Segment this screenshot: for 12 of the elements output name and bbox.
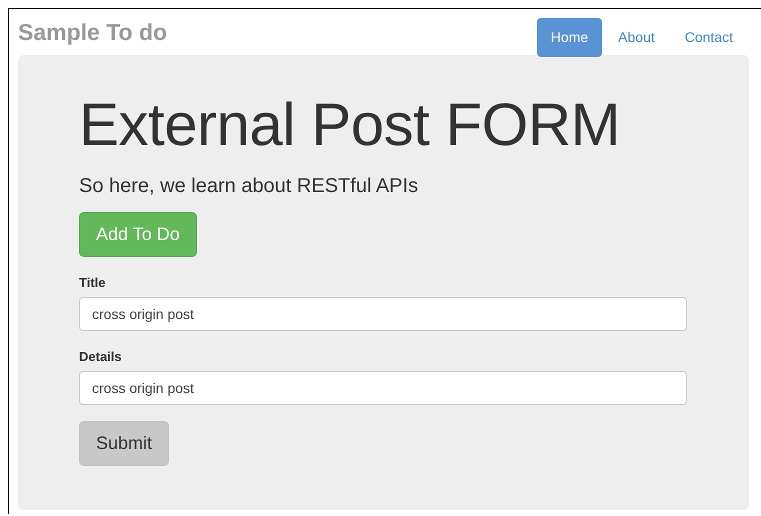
page-heading: External Post FORM <box>79 90 622 160</box>
nav-link[interactable]: Contact <box>670 18 747 57</box>
add-todo-button[interactable]: Add To Do <box>79 212 197 257</box>
input-field[interactable]: cross origin post <box>79 297 687 331</box>
lead-text: So here, we learn about RESTful APIs <box>79 175 420 198</box>
input-field[interactable]: cross origin post <box>79 371 687 405</box>
nav-link[interactable]: Home <box>536 18 602 57</box>
field-label: Details <box>79 349 123 364</box>
brand-title[interactable]: Sample To do <box>18 19 168 46</box>
submit-button[interactable]: Submit <box>79 421 170 466</box>
field-label: Title <box>79 275 106 290</box>
nav-link[interactable]: About <box>604 18 669 57</box>
